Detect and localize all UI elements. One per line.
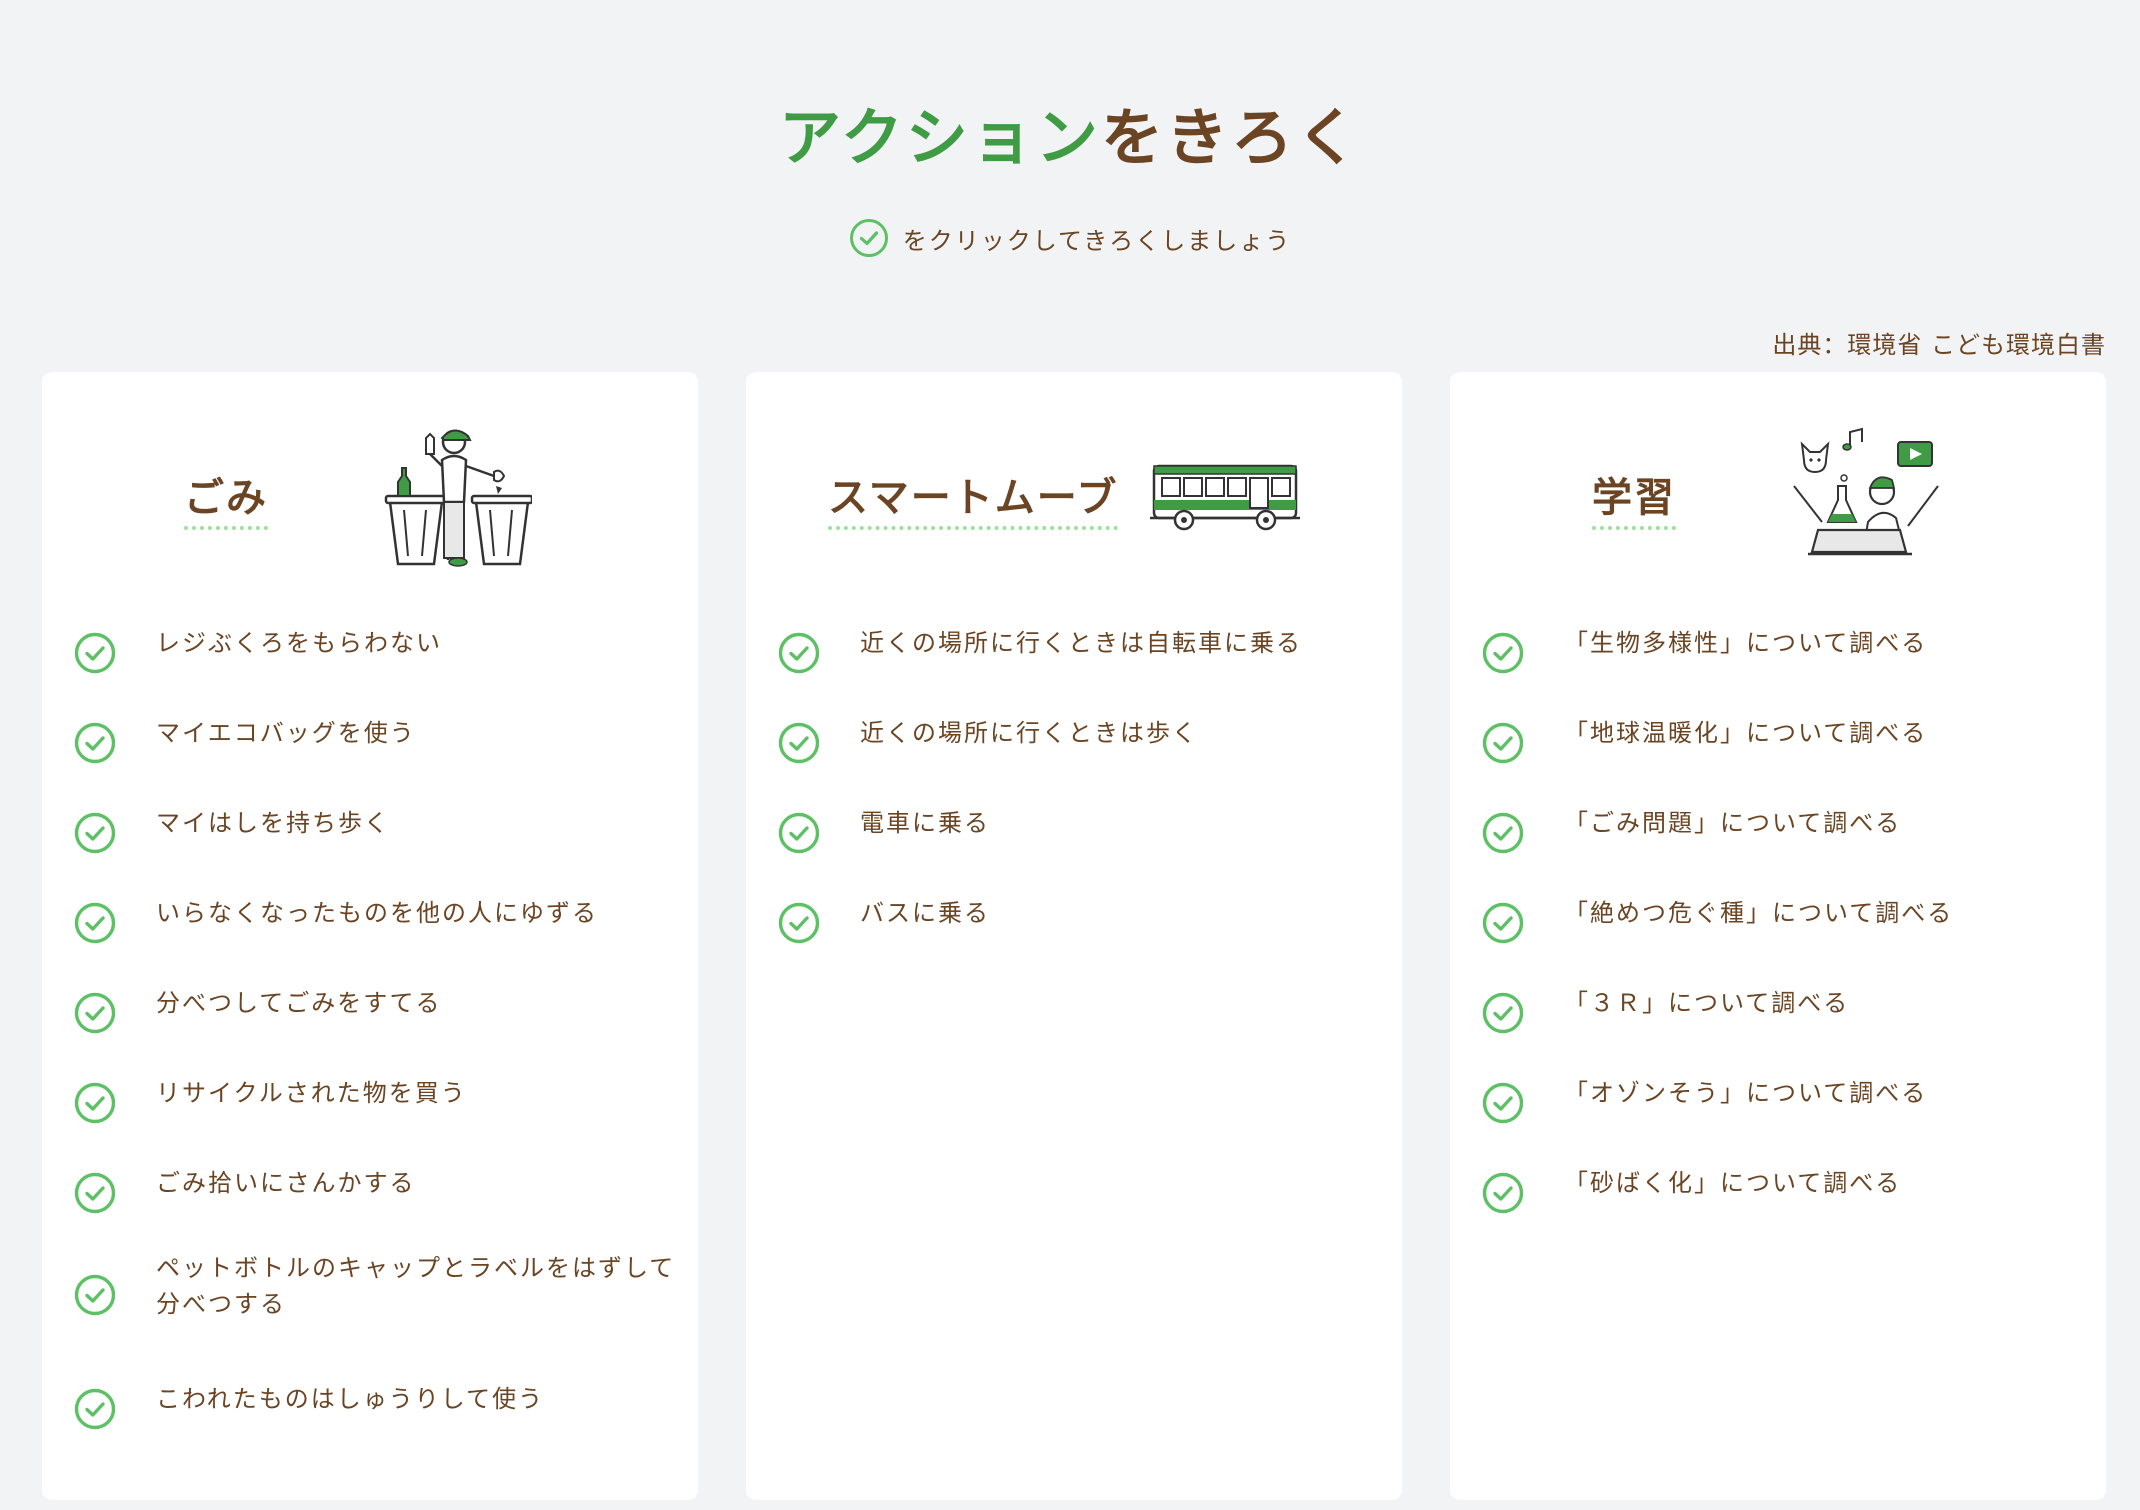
category-title: 学習 [1592,472,1676,530]
action-label: 近くの場所に行くときは自転車に乗る [860,629,1302,657]
check-circle-icon[interactable] [74,632,116,674]
action-label: マイエコバッグを使う [156,719,416,747]
category-card-gomi: ごみ レジぶくろをもらわない マイエコバッグを使う マイはしを持ち歩く いらなく… [42,372,698,1500]
action-label: 「生物多様性」について調べる [1564,629,1928,657]
action-label: マイはしを持ち歩く [156,809,390,837]
page-title-brown: をきろく [1100,101,1361,174]
category-title: スマートムーブ [828,472,1119,530]
action-label: 「絶めつ危ぐ種」について調べる [1564,899,1954,927]
instruction: をクリックしてきろくしましょう [0,218,2140,258]
check-circle-icon[interactable] [778,632,820,674]
bus-illustration-icon [1150,464,1300,531]
action-label: バスに乗る [860,899,990,927]
study-laptop-illustration-icon [1793,427,1939,556]
page-title-green: アクション [779,101,1101,174]
trash-cans-illustration-icon [384,429,532,567]
action-label: こわれたものはしゅうりして使う [156,1385,545,1413]
action-label: リサイクルされた物を買う [156,1079,467,1107]
check-circle-icon[interactable] [1482,1082,1524,1124]
check-circle-icon[interactable] [74,902,116,944]
check-circle-icon[interactable] [778,902,820,944]
check-circle-icon[interactable] [74,812,116,854]
check-circle-icon[interactable] [778,812,820,854]
check-circle-icon[interactable] [1482,722,1524,764]
check-circle-icon[interactable] [1482,812,1524,854]
category-card-smart-move: スマートムーブ 近くの場所に行くときは自転車に乗る 近くの場所に行くときは歩く [746,372,1402,1500]
action-label: レジぶくろをもらわない [156,629,442,657]
check-circle-icon[interactable] [1482,992,1524,1034]
action-label: 電車に乗る [860,809,990,837]
action-label: 「オゾンそう」について調べる [1564,1079,1928,1107]
action-label: 「ごみ問題」について調べる [1564,809,1902,837]
source-credit: 出典：環境省 こども環境白書 [1772,331,2106,359]
check-circle-icon[interactable] [74,1388,116,1430]
action-label: 近くの場所に行くときは歩く [860,719,1198,747]
action-label: 分べつしてごみをすてる [156,989,442,1017]
page-title: アクションをきろく [0,98,2140,178]
check-circle-icon[interactable] [74,722,116,764]
check-circle-icon[interactable] [74,1082,116,1124]
action-label: ペットボトルのキャップとラベルをはずして分べつする [156,1254,676,1318]
category-title: ごみ [184,472,268,530]
check-circle-icon [849,219,888,257]
check-circle-icon[interactable] [74,1172,116,1214]
check-circle-icon[interactable] [74,992,116,1034]
action-label: いらなくなったものを他の人にゆずる [156,899,598,927]
action-label: 「地球温暖化」について調べる [1564,719,1928,747]
action-label: ごみ拾いにさんかする [156,1169,416,1197]
check-circle-icon[interactable] [74,1274,116,1316]
check-circle-icon[interactable] [1482,902,1524,944]
category-card-study: 学習 「生物多様性」について調べる 「地球温暖化」について調べる 「ごみ問題」に… [1450,372,2106,1500]
instruction-text: をクリックしてきろくしましょう [902,226,1292,255]
action-label: 「３Ｒ」について調べる [1564,989,1850,1017]
action-label: 「砂ばく化」について調べる [1564,1169,1902,1197]
check-circle-icon[interactable] [1482,632,1524,674]
check-circle-icon[interactable] [778,722,820,764]
check-circle-icon[interactable] [1482,1172,1524,1214]
